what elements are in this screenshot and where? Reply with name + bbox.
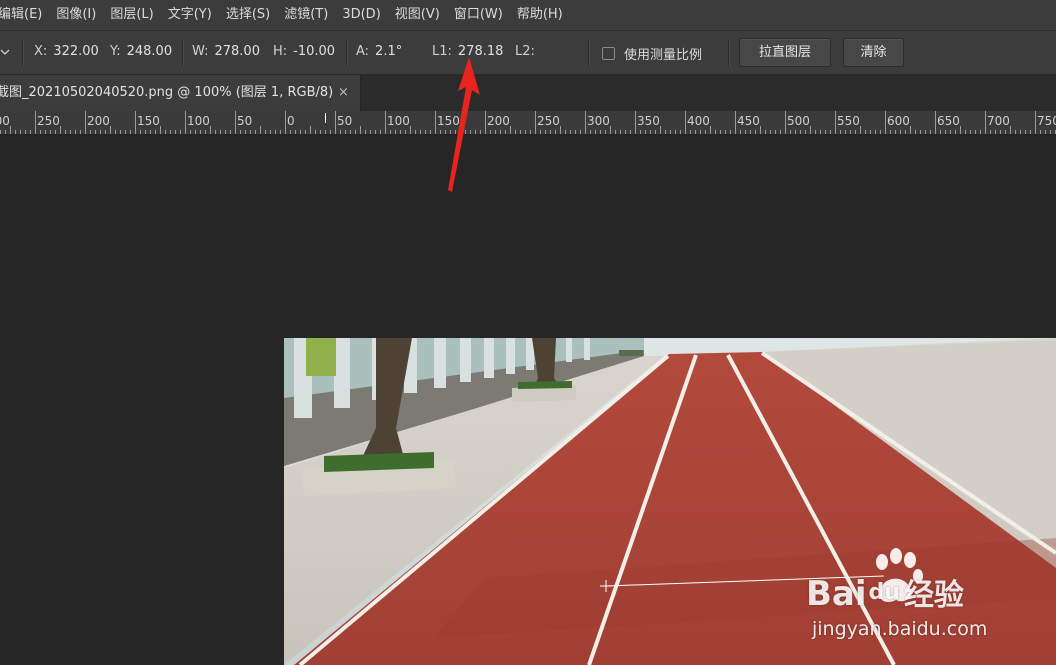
ruler-label: 250 [537, 114, 560, 128]
divider [22, 39, 24, 66]
ruler-label: 200 [87, 114, 110, 128]
ruler-label: 150 [137, 114, 160, 128]
height-readout: H: -10.00 [273, 44, 336, 59]
menu-help[interactable]: 帮助(H) [510, 0, 570, 30]
horizontal-ruler[interactable]: 3002502001501005005010015020025030035040… [0, 111, 1056, 135]
ruler-label: 0 [287, 114, 295, 128]
ruler-label: 400 [687, 114, 710, 128]
menu-edit[interactable]: 编辑(E) [0, 0, 49, 30]
ruler-label: 650 [937, 114, 960, 128]
menu-filter[interactable]: 滤镜(T) [277, 0, 335, 30]
tool-preset-chevron-icon[interactable] [0, 44, 14, 60]
ruler-label: 300 [0, 114, 10, 128]
ruler-label: 100 [187, 114, 210, 128]
angle-readout: A: 2.1° [356, 44, 403, 59]
ruler-label: 250 [37, 114, 60, 128]
menu-bar: 编辑(E) 图像(I) 图层(L) 文字(Y) 选择(S) 滤镜(T) 3D(D… [0, 0, 1056, 31]
annotation-arrow-icon [448, 57, 480, 192]
ruler-label: 750 [1037, 114, 1056, 128]
x-readout: X: 322.00 [34, 44, 99, 59]
watermark-brand: Baidu 经验 [806, 574, 964, 614]
photoshop-window: 编辑(E) 图像(I) 图层(L) 文字(Y) 选择(S) 滤镜(T) 3D(D… [0, 0, 1056, 665]
watermark-url: jingyan.baidu.com [812, 618, 988, 640]
ruler-label: 100 [387, 114, 410, 128]
y-readout: Y: 248.00 [110, 44, 173, 59]
menu-layer[interactable]: 图层(L) [103, 0, 160, 30]
ruler-label: 350 [637, 114, 660, 128]
divider [728, 39, 730, 66]
use-measurement-scale-label: 使用测量比例 [624, 48, 703, 63]
use-measurement-scale-checkbox[interactable] [602, 47, 615, 60]
watermark: Baidu 经验 jingyan.baidu.com [806, 548, 1056, 648]
ruler-label: 500 [787, 114, 810, 128]
document-tab-title: 截图_20210502040520.png @ 100% (图层 1, RGB/… [0, 85, 334, 100]
ruler-label: 200 [487, 114, 510, 128]
ruler-label: 50 [337, 114, 352, 128]
options-bar: X: 322.00 Y: 248.00 W: 278.00 H: -10.00 A: 2.… [0, 31, 1056, 75]
close-tab-icon[interactable]: × [338, 75, 349, 111]
ruler-label: 300 [587, 114, 610, 128]
divider [182, 39, 184, 66]
document-tab[interactable]: 截图_20210502040520.png @ 100% (图层 1, RGB/… [0, 75, 361, 111]
ruler-scale: 3002502001501005005010015020025030035040… [0, 111, 1056, 134]
ruler-label: 600 [887, 114, 910, 128]
ruler-label: 450 [737, 114, 760, 128]
menu-window[interactable]: 窗口(W) [447, 0, 510, 30]
l2-readout: L2: [515, 44, 535, 59]
menu-image[interactable]: 图像(I) [49, 0, 103, 30]
menu-view[interactable]: 视图(V) [388, 0, 447, 30]
divider [588, 39, 590, 66]
width-readout: W: 278.00 [192, 44, 260, 59]
ruler-label: 700 [987, 114, 1010, 128]
divider [346, 39, 348, 66]
menu-select[interactable]: 选择(S) [219, 0, 277, 30]
menu-type[interactable]: 文字(Y) [161, 0, 219, 30]
straighten-layer-button[interactable]: 拉直图层 [739, 38, 831, 67]
document-tab-bar: 截图_20210502040520.png @ 100% (图层 1, RGB/… [0, 75, 1056, 111]
clear-button[interactable]: 清除 [843, 38, 904, 67]
menu-3d[interactable]: 3D(D) [335, 0, 387, 30]
ruler-label: 550 [837, 114, 860, 128]
ruler-label: 50 [237, 114, 252, 128]
